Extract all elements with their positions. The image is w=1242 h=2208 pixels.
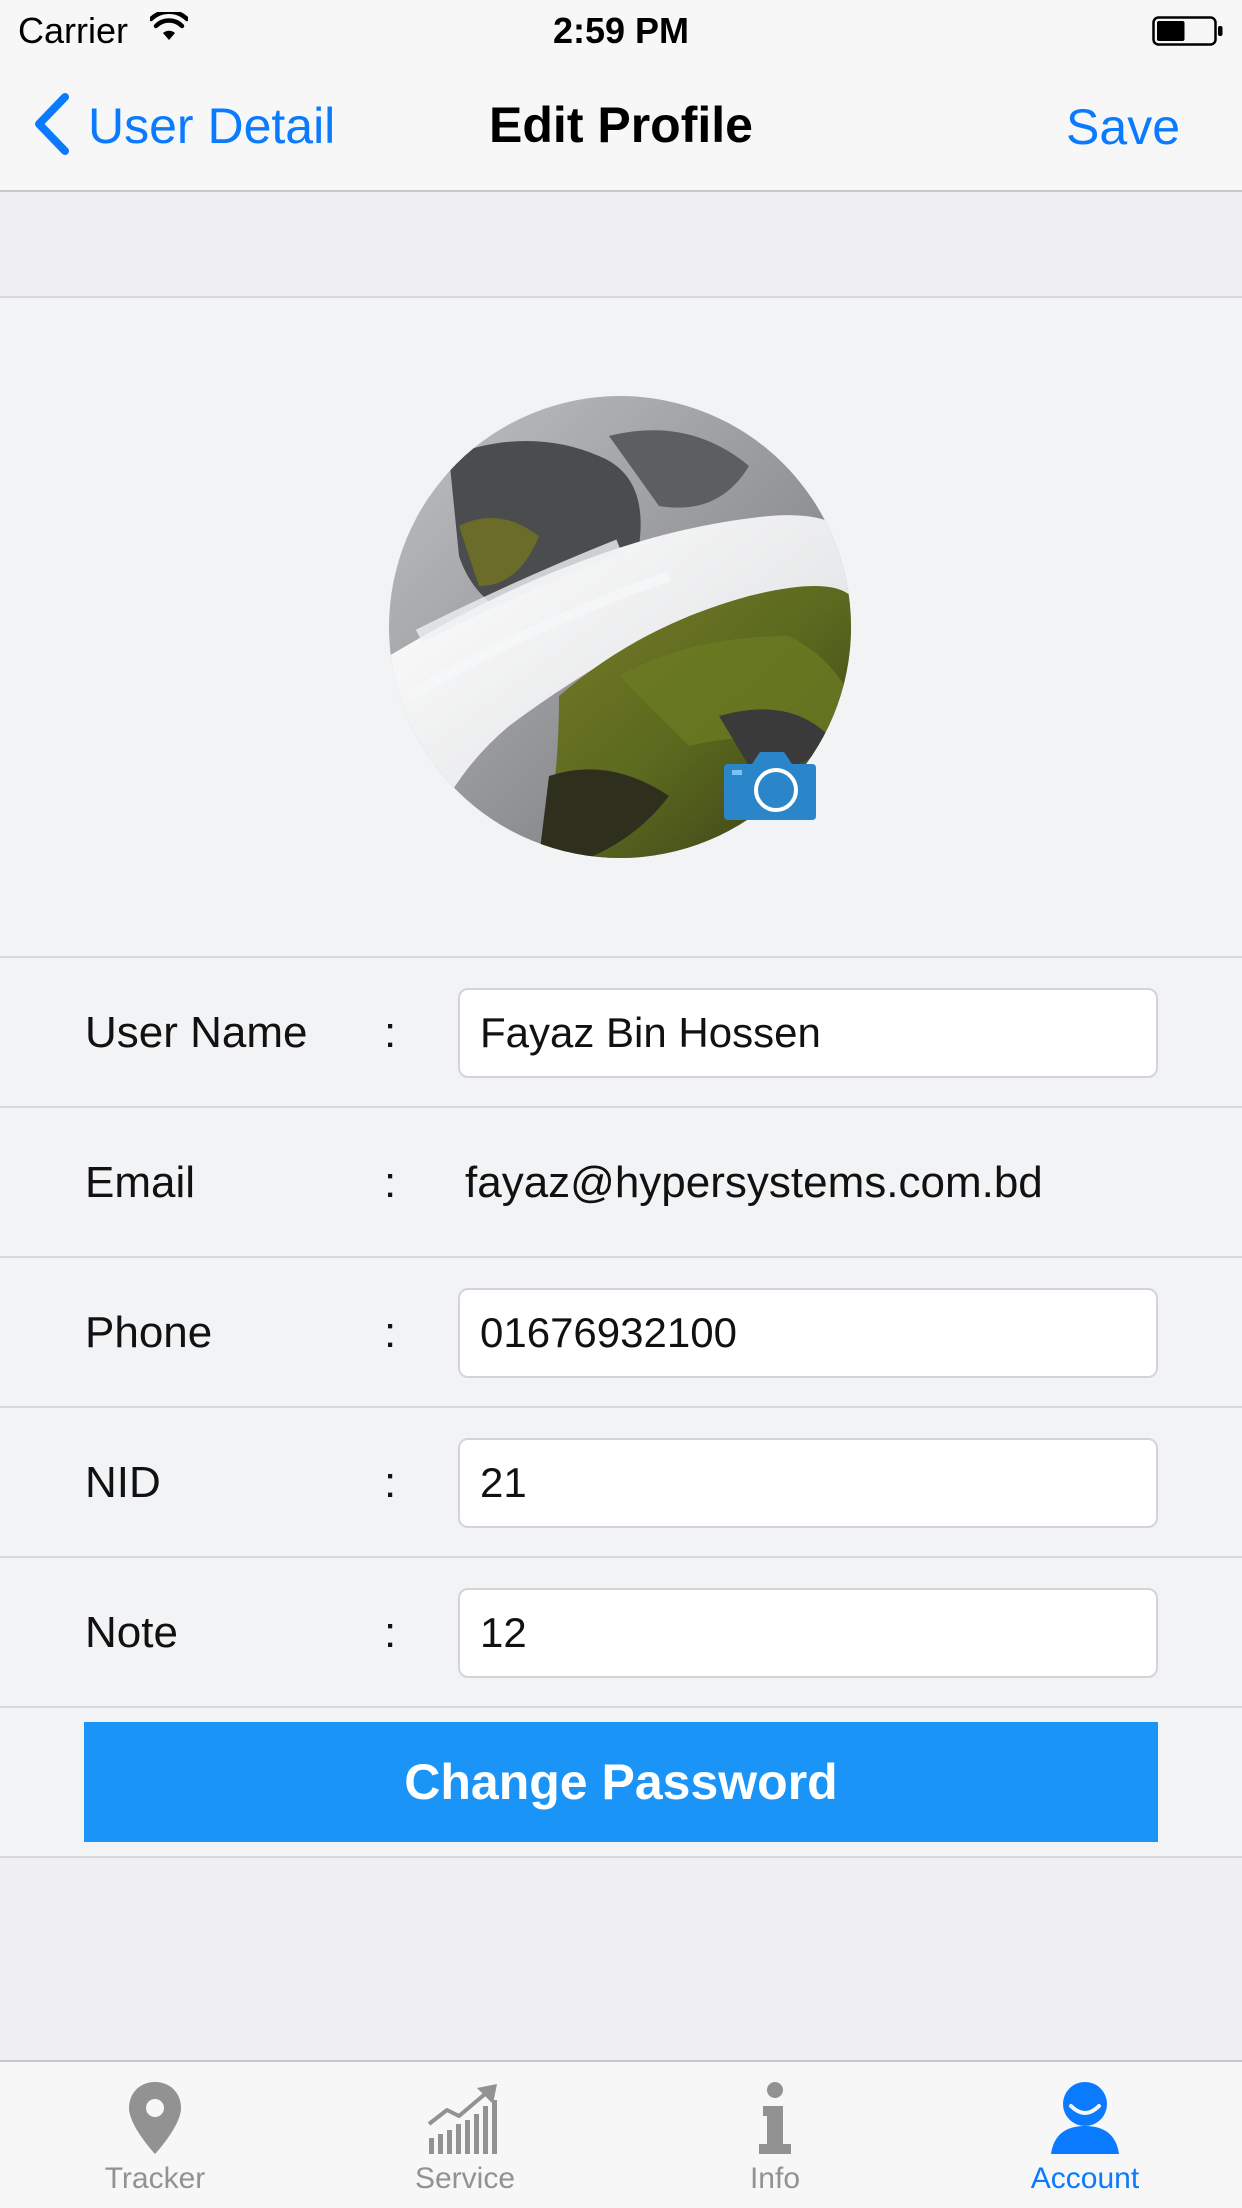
edit-profile-screen: Carrier 2:59 PM User Detail Edit Profile… — [0, 0, 1242, 2208]
tab-service-label: Service — [414, 2162, 516, 2195]
camera-icon[interactable] — [722, 748, 818, 827]
change-password-row: Change Password — [0, 1708, 1242, 1858]
save-button[interactable]: Save — [1066, 98, 1180, 156]
form-row-username: User Name : — [0, 958, 1242, 1108]
change-password-button[interactable]: Change Password — [84, 1722, 1158, 1842]
tab-bar: Tracker Service Info Account — [0, 2060, 1242, 2208]
username-colon: : — [384, 1008, 397, 1057]
location-pin-icon — [129, 2082, 181, 2154]
tab-service[interactable]: Service — [310, 2062, 620, 2208]
nid-label: NID — [85, 1458, 161, 1507]
page-title: Edit Profile — [489, 97, 753, 153]
tab-account-label: Account — [1030, 2162, 1140, 2195]
info-icon — [759, 2082, 791, 2154]
phone-input[interactable] — [458, 1288, 1158, 1378]
email-label: Email — [85, 1158, 196, 1207]
note-colon: : — [384, 1608, 397, 1657]
username-input[interactable] — [458, 988, 1158, 1078]
tab-info[interactable]: Info — [620, 2062, 930, 2208]
phone-colon: : — [384, 1308, 397, 1357]
tab-account[interactable]: Account — [930, 2062, 1240, 2208]
battery-icon — [1152, 16, 1224, 51]
status-bar: Carrier 2:59 PM — [0, 0, 1242, 60]
chart-growth-icon — [427, 2084, 497, 2154]
user-icon — [1051, 2082, 1119, 2154]
note-input[interactable] — [458, 1588, 1158, 1678]
header-spacer — [0, 192, 1242, 298]
avatar-section — [0, 298, 1242, 958]
tab-tracker[interactable]: Tracker — [0, 2062, 310, 2208]
form-row-email: Email : fayaz@hypersystems.com.bd — [0, 1108, 1242, 1258]
nid-input[interactable] — [458, 1438, 1158, 1528]
tab-info-label: Info — [749, 2162, 801, 2195]
email-value: fayaz@hypersystems.com.bd — [465, 1158, 1043, 1207]
form-row-note: Note : — [0, 1558, 1242, 1708]
username-label: User Name — [85, 1008, 308, 1057]
note-label: Note — [85, 1608, 178, 1657]
navigation-bar: User Detail Edit Profile Save — [0, 60, 1242, 192]
tab-tracker-label: Tracker — [104, 2162, 206, 2195]
status-time: 2:59 PM — [552, 10, 690, 51]
form-row-nid: NID : — [0, 1408, 1242, 1558]
phone-label: Phone — [85, 1308, 213, 1357]
form-row-phone: Phone : — [0, 1258, 1242, 1408]
nid-colon: : — [384, 1458, 397, 1507]
email-colon: : — [384, 1158, 397, 1207]
